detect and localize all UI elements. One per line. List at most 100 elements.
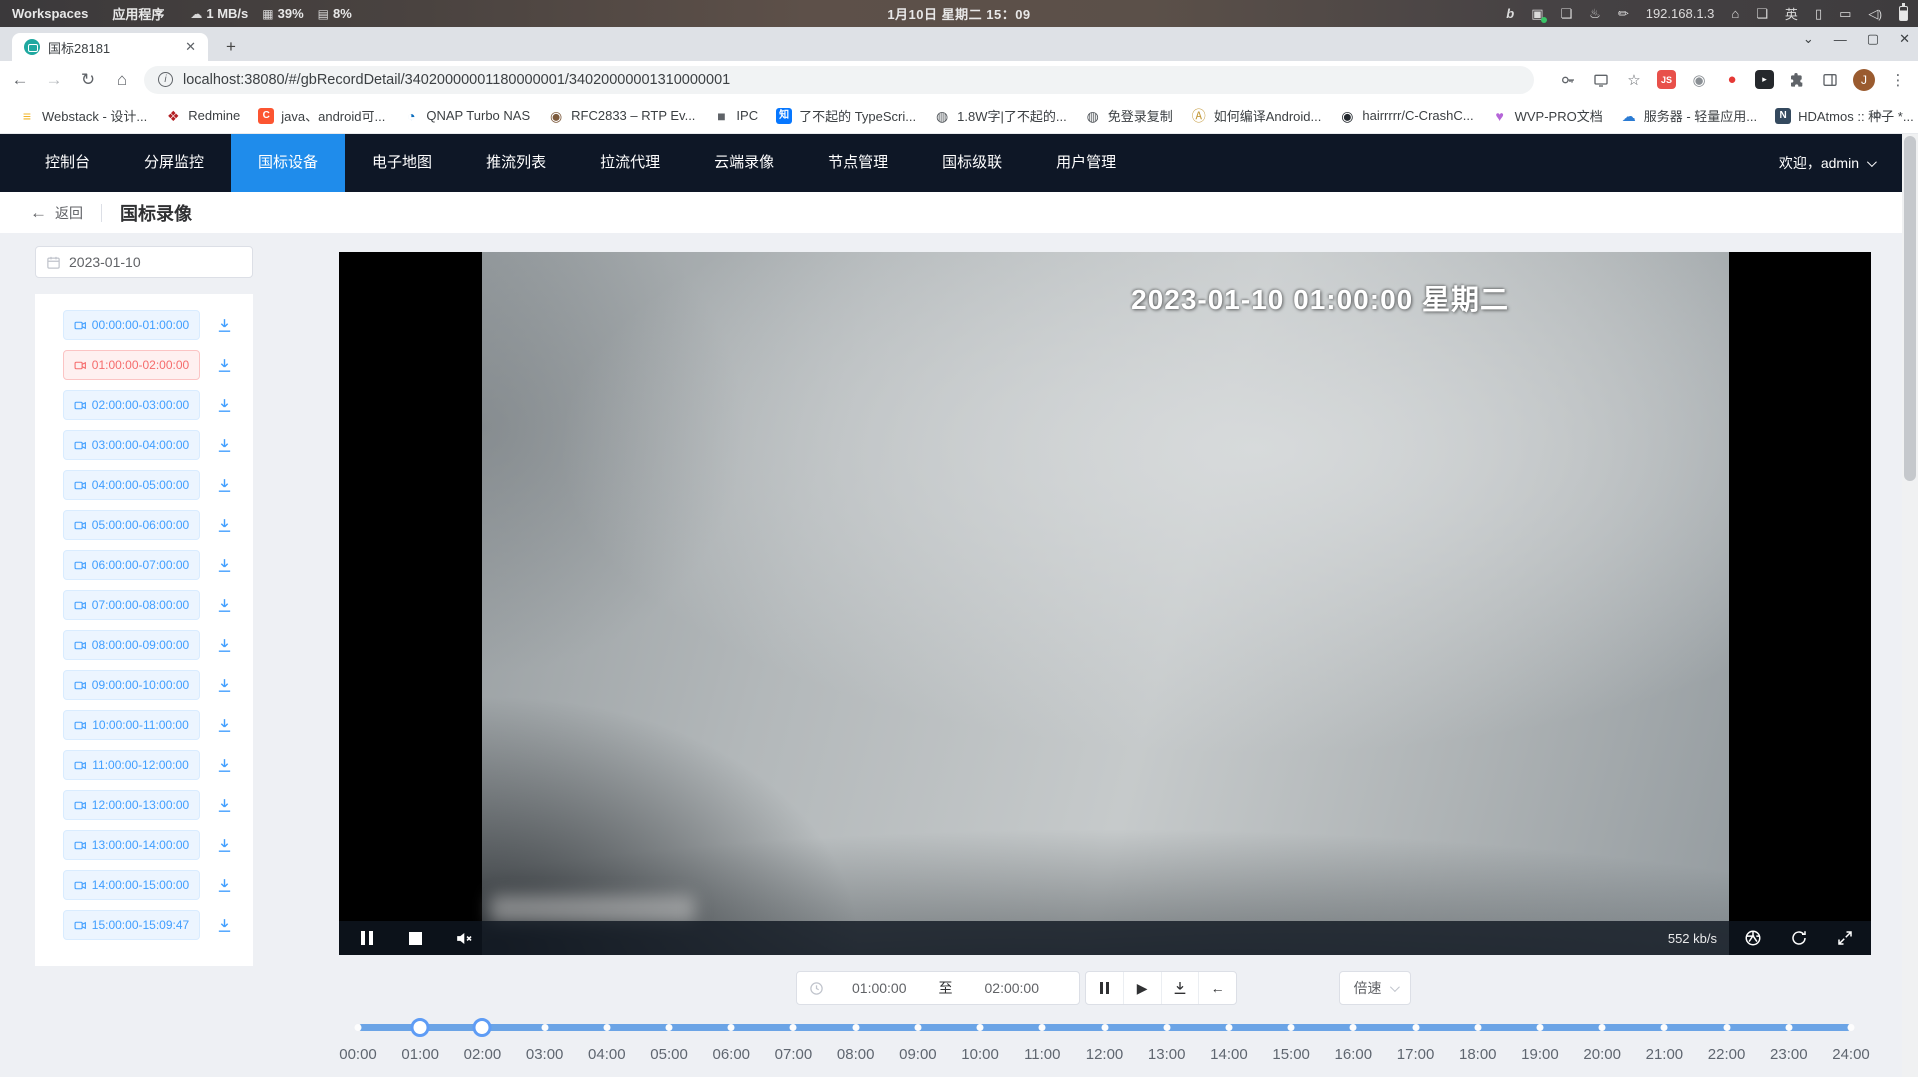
clipboard-icon[interactable]: ❏ <box>1561 6 1573 22</box>
start-time-value[interactable]: 01:00:00 <box>824 980 935 996</box>
volume-icon[interactable]: ◁) <box>1868 6 1882 22</box>
minimize-button[interactable]: — <box>1834 32 1847 47</box>
bookmark-item[interactable]: Ⓐ如何编译Android... <box>1182 106 1331 125</box>
bookmark-star-icon[interactable]: ☆ <box>1624 70 1644 90</box>
extensions-puzzle-icon[interactable] <box>1787 70 1807 90</box>
coffee-icon[interactable]: ♨ <box>1589 6 1601 22</box>
record-item[interactable]: 14:00:00-15:00:00 <box>63 870 200 900</box>
nav-tab-9[interactable]: 用户管理 <box>1029 134 1143 192</box>
stop-icon[interactable] <box>405 928 425 948</box>
tab-search-icon[interactable]: ⌄ <box>1803 31 1814 47</box>
nav-tab-0[interactable]: 控制台 <box>18 134 117 192</box>
browser-tray-icon[interactable]: b <box>1506 6 1514 21</box>
refresh-icon[interactable] <box>1789 928 1809 948</box>
bookmark-item[interactable]: ◉RFC2833 – RTP Ev... <box>539 108 704 124</box>
record-item[interactable]: 04:00:00-05:00:00 <box>63 470 200 500</box>
nav-tab-6[interactable]: 云端录像 <box>687 134 801 192</box>
date-picker[interactable]: 2023-01-10 <box>35 246 253 278</box>
record-item[interactable]: 05:00:00-06:00:00 <box>63 510 200 540</box>
record-item[interactable]: 08:00:00-09:00:00 <box>63 630 200 660</box>
nav-tab-8[interactable]: 国标级联 <box>915 134 1029 192</box>
applications-menu[interactable]: 应用程序 <box>100 4 176 23</box>
color-picker-icon[interactable]: ✏ <box>1618 6 1629 22</box>
menu-kebab-icon[interactable]: ⋮ <box>1888 70 1908 90</box>
bookmark-item[interactable]: ◔QNAP Turbo NAS <box>394 108 539 124</box>
taskbar-clock[interactable]: 1月10日 星期二 15：09 <box>887 4 1030 23</box>
screen-rotate-icon[interactable]: ▯ <box>1815 6 1822 22</box>
close-window-button[interactable]: ✕ <box>1899 31 1910 47</box>
ime-indicator[interactable]: 英 <box>1785 4 1798 23</box>
download-button[interactable] <box>1162 972 1200 1004</box>
user-menu[interactable]: 欢迎，admin <box>1779 153 1874 173</box>
timeline-handle-0[interactable] <box>411 1018 430 1037</box>
back-button[interactable]: ← 返回 <box>30 203 83 223</box>
record-download-button[interactable] <box>213 794 235 816</box>
bookmark-item[interactable]: ≡Webstack - 设计... <box>10 106 156 125</box>
address-bar[interactable]: i localhost:38080/#/gbRecordDetail/34020… <box>144 66 1534 94</box>
display-icon[interactable]: ▭ <box>1839 6 1851 22</box>
bookmark-item[interactable]: ◍免登录复制 <box>1076 106 1182 125</box>
reload-icon[interactable]: ↻ <box>74 70 102 90</box>
end-time-value[interactable]: 02:00:00 <box>957 980 1068 996</box>
nav-tab-5[interactable]: 拉流代理 <box>573 134 687 192</box>
record-download-button[interactable] <box>213 634 235 656</box>
page-scrollbar[interactable] <box>1902 134 1918 1077</box>
record-download-button[interactable] <box>213 914 235 936</box>
record-item[interactable]: 07:00:00-08:00:00 <box>63 590 200 620</box>
timeline-handle-1[interactable] <box>473 1018 492 1037</box>
home-icon[interactable]: ⌂ <box>1731 6 1739 21</box>
record-item[interactable]: 10:00:00-11:00:00 <box>63 710 200 740</box>
snapshot-icon[interactable] <box>1743 928 1763 948</box>
record-download-button[interactable] <box>213 674 235 696</box>
record-download-button[interactable] <box>213 754 235 776</box>
bookmark-item[interactable]: ◉hairrrrr/C-CrashC... <box>1330 108 1482 124</box>
extension-js-icon[interactable]: JS <box>1657 70 1676 89</box>
record-item[interactable]: 15:00:00-15:09:47 <box>63 910 200 940</box>
pause-icon[interactable] <box>357 928 377 948</box>
battery-icon[interactable] <box>1899 6 1908 21</box>
cast-icon[interactable] <box>1591 70 1611 90</box>
maximize-button[interactable]: ▢ <box>1867 31 1879 47</box>
site-info-icon[interactable]: i <box>158 72 173 87</box>
nav-tab-7[interactable]: 节点管理 <box>801 134 915 192</box>
time-range-input[interactable]: 01:00:00 至 02:00:00 <box>796 971 1080 1005</box>
extension-adblock-icon[interactable]: ● <box>1722 70 1742 90</box>
bookmark-item[interactable]: ☁服务器 - 轻量应用... <box>1612 106 1766 125</box>
tab-close-icon[interactable]: ✕ <box>181 39 200 55</box>
bookmark-item[interactable]: ❖Redmine <box>156 108 249 124</box>
record-download-button[interactable] <box>213 514 235 536</box>
mute-icon[interactable] <box>453 928 473 948</box>
scrollbar-thumb[interactable] <box>1904 136 1916 481</box>
record-download-button[interactable] <box>213 874 235 896</box>
back-icon[interactable]: ← <box>6 70 34 90</box>
speed-dropdown[interactable]: 倍速 <box>1339 971 1411 1005</box>
record-item[interactable]: 01:00:00-02:00:00 <box>63 350 200 380</box>
passkey-icon[interactable] <box>1558 70 1578 90</box>
record-download-button[interactable] <box>213 554 235 576</box>
record-item[interactable]: 02:00:00-03:00:00 <box>63 390 200 420</box>
home-button-icon[interactable]: ⌂ <box>108 70 136 90</box>
video-surface[interactable]: 2023-01-10 01:00:00 星期二 <box>482 252 1729 955</box>
record-download-button[interactable] <box>213 834 235 856</box>
play-button[interactable]: ▶ <box>1124 972 1162 1004</box>
record-download-button[interactable] <box>213 394 235 416</box>
record-download-button[interactable] <box>213 314 235 336</box>
bookmark-item[interactable]: ■IPC <box>704 108 767 124</box>
forward-icon[interactable]: → <box>40 70 68 90</box>
browser-tab[interactable]: 国标28181 ✕ <box>12 33 208 61</box>
record-item[interactable]: 11:00:00-12:00:00 <box>63 750 200 780</box>
side-panel-icon[interactable] <box>1820 70 1840 90</box>
bookmarks-overflow-icon[interactable]: » <box>1873 106 1902 124</box>
pause-button[interactable] <box>1086 972 1124 1004</box>
record-download-button[interactable] <box>213 594 235 616</box>
windows-icon[interactable]: ❏ <box>1756 6 1768 22</box>
record-item[interactable]: 03:00:00-04:00:00 <box>63 430 200 460</box>
extension-circle-icon[interactable]: ◉ <box>1689 70 1709 90</box>
record-download-button[interactable] <box>213 474 235 496</box>
record-item[interactable]: 06:00:00-07:00:00 <box>63 550 200 580</box>
record-download-button[interactable] <box>213 354 235 376</box>
record-item[interactable]: 13:00:00-14:00:00 <box>63 830 200 860</box>
record-download-button[interactable] <box>213 714 235 736</box>
record-download-button[interactable] <box>213 434 235 456</box>
nav-tab-2[interactable]: 国标设备 <box>231 134 345 192</box>
